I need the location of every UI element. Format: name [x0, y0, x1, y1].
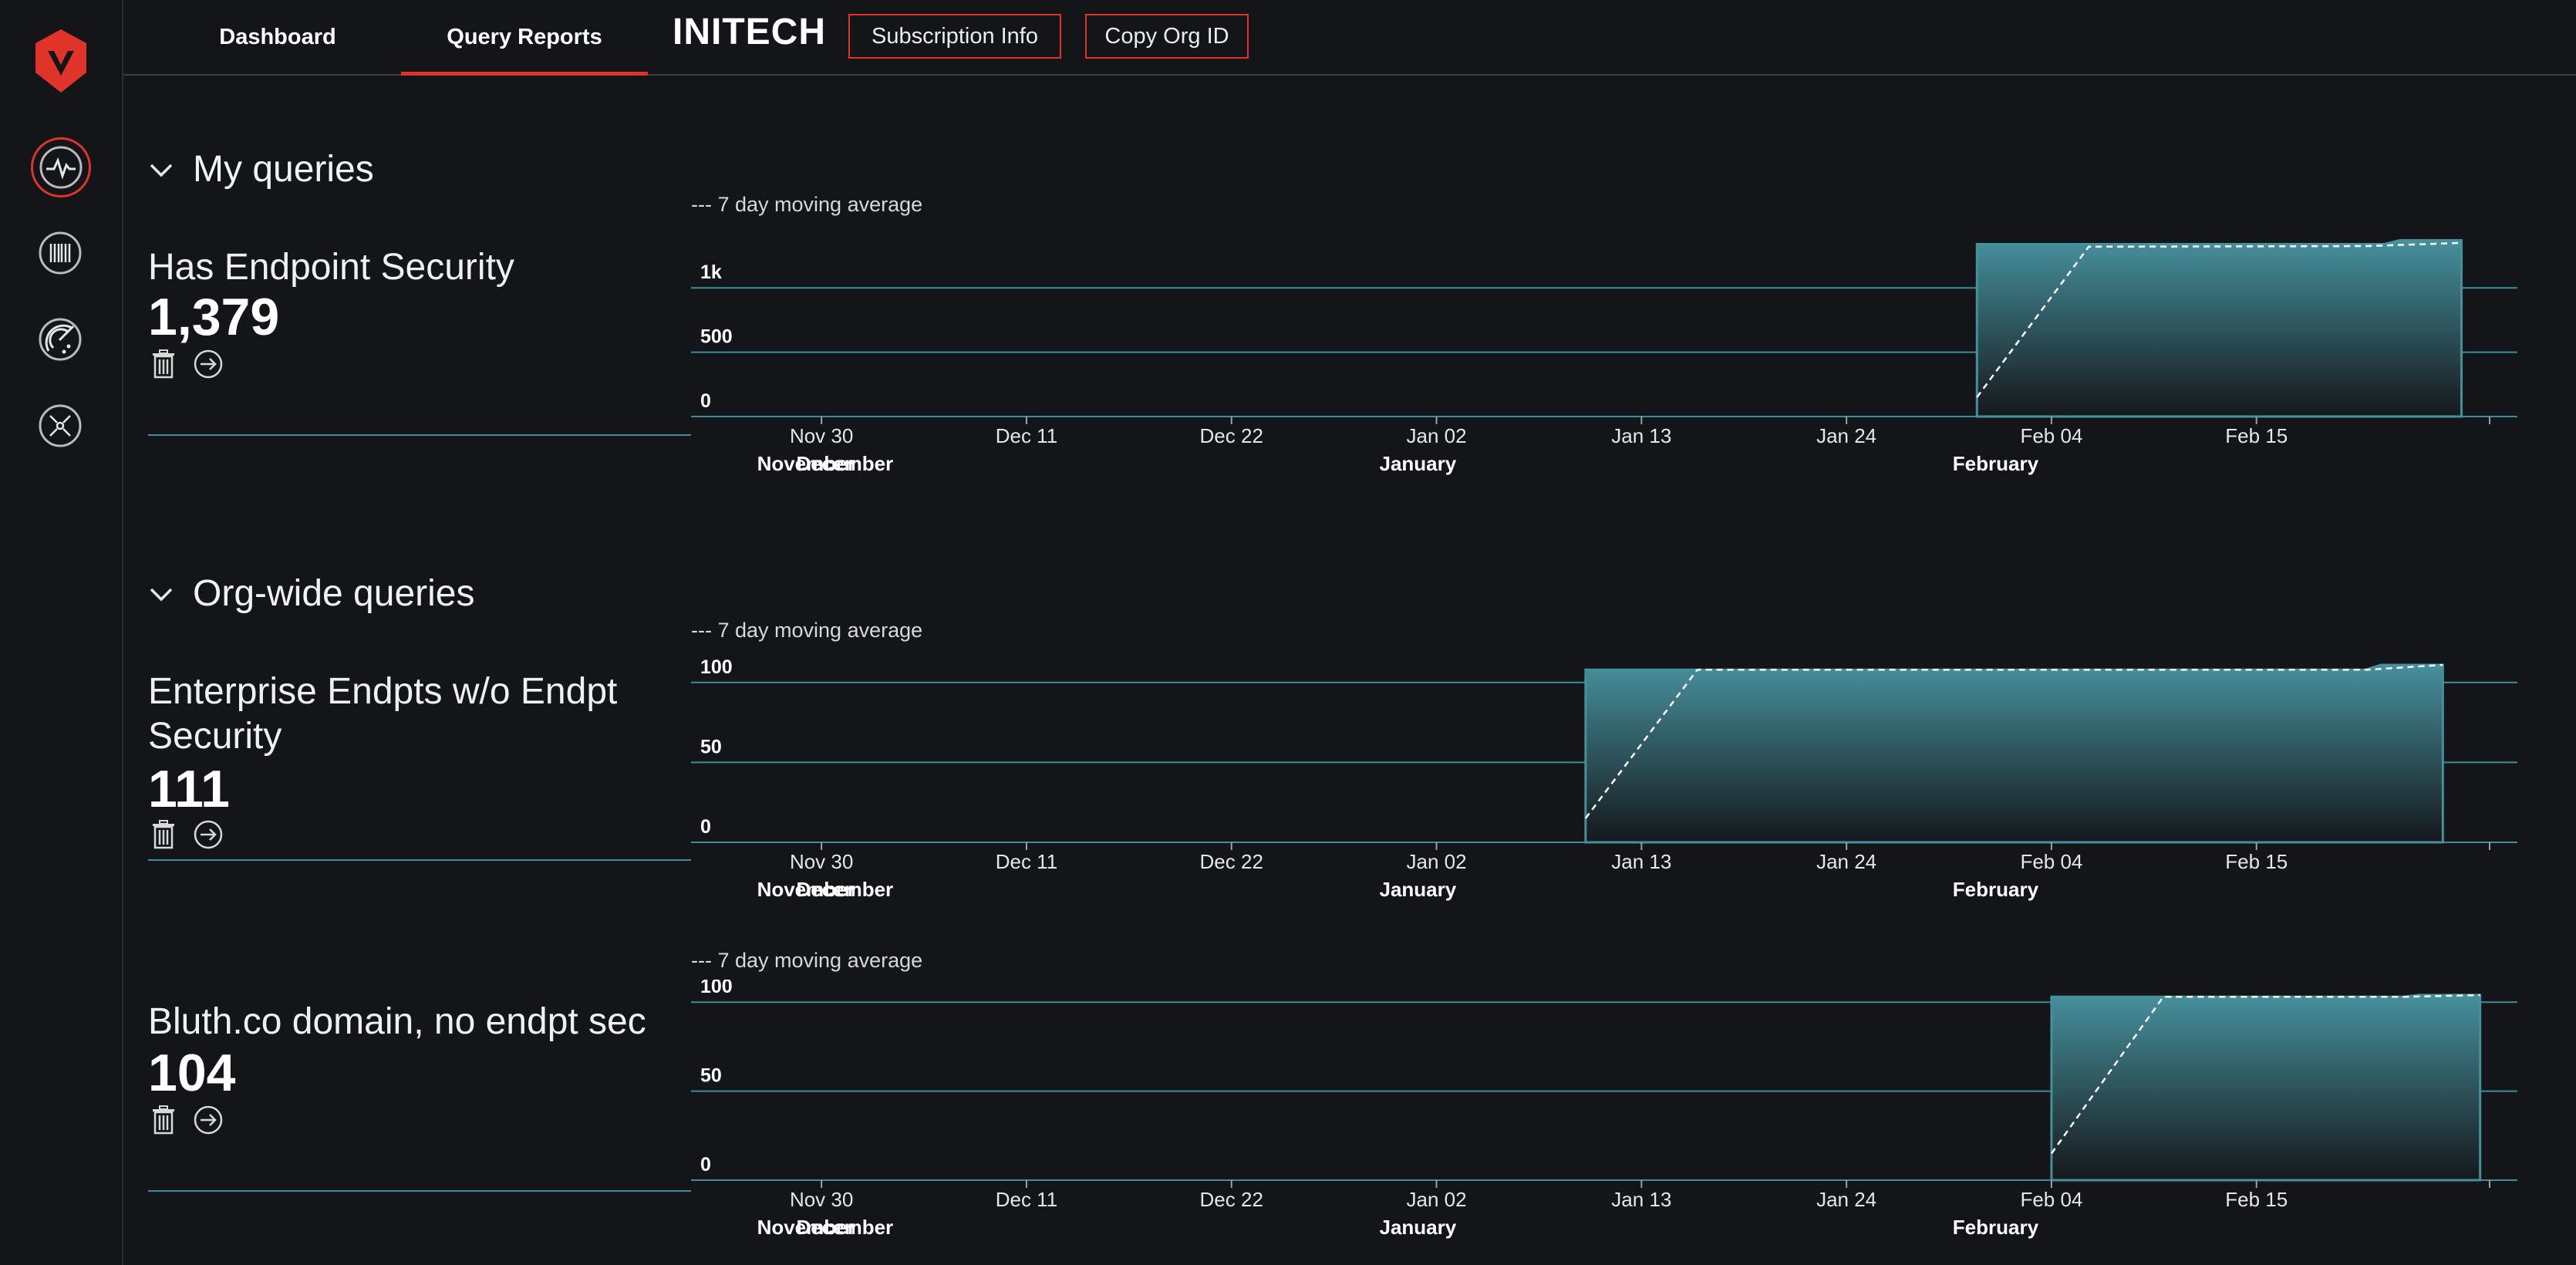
query-name: Has Endpoint Security	[148, 247, 514, 288]
x-tick-label: Feb 04	[2020, 850, 2082, 873]
trash-icon[interactable]	[148, 819, 179, 850]
area-series	[2050, 993, 2482, 1182]
y-tick-label: 0	[700, 1154, 711, 1176]
x-tick-label: Jan 24	[1816, 850, 1876, 873]
query-divider	[148, 1190, 691, 1192]
arrow-circle-right-icon[interactable]	[193, 1105, 224, 1135]
x-tick-label: Jan 24	[1816, 1188, 1876, 1211]
section-my-queries[interactable]: My queries	[148, 148, 374, 191]
y-tick-label: 100	[700, 656, 733, 678]
y-tick-label: 100	[700, 980, 733, 997]
chevron-down-icon	[150, 164, 173, 177]
section-title: Org-wide queries	[193, 573, 475, 614]
x-tick-label: Nov 30	[790, 1188, 853, 1211]
tab-query-reports[interactable]: Query Reports	[401, 0, 648, 76]
month-label: December	[796, 1216, 893, 1239]
x-tick-label: Jan 02	[1406, 850, 1466, 873]
chevron-down-icon	[150, 588, 173, 601]
x-tick-label: Dec 22	[1200, 850, 1263, 873]
month-label: January	[1380, 1216, 1457, 1239]
month-label: February	[1953, 452, 2039, 475]
query-count: 111	[148, 760, 230, 818]
query-chart[interactable]: 0 50 100 Nov 30 Dec 11 Dec 22 Jan 02 Jan 13 Jan …	[691, 980, 2517, 1265]
x-tick-label: Dec 22	[1200, 1188, 1263, 1211]
month-label: February	[1953, 1216, 2039, 1239]
x-tick-label: Dec 22	[1200, 424, 1263, 447]
area-series	[1975, 239, 2463, 418]
moving-average-legend: --- 7 day moving average	[691, 193, 923, 216]
shield-logo-icon[interactable]	[34, 28, 88, 94]
y-tick-label: 50	[700, 736, 722, 757]
copy-org-id-button[interactable]: Copy Org ID	[1085, 14, 1249, 59]
query-name: Enterprise Endpts w/o Endpt Security	[148, 671, 618, 757]
section-org-wide-queries[interactable]: Org-wide queries	[148, 572, 474, 615]
y-tick-label: 1k	[700, 261, 722, 283]
area-series	[1584, 663, 2444, 844]
arrow-circle-right-icon[interactable]	[193, 349, 224, 380]
month-label: January	[1380, 452, 1457, 475]
subscription-info-button[interactable]: Subscription Info	[848, 14, 1061, 59]
x-tick-label: Nov 30	[790, 850, 853, 873]
x-tick-label: Dec 11	[996, 1188, 1057, 1211]
moving-average-legend: --- 7 day moving average	[691, 619, 923, 642]
month-label: January	[1380, 878, 1457, 901]
y-tick-label: 50	[700, 1065, 722, 1087]
query-divider	[148, 434, 691, 436]
y-tick-label: 0	[700, 390, 711, 412]
query-divider	[148, 859, 691, 861]
tab-dashboard[interactable]: Dashboard	[201, 0, 355, 74]
x-tick-label: Jan 13	[1611, 424, 1671, 447]
org-name: INITECH	[673, 12, 826, 52]
arrow-circle-right-icon[interactable]	[193, 819, 224, 850]
x-tick-label: Nov 30	[790, 424, 853, 447]
x-tick-label: Feb 15	[2225, 424, 2288, 447]
network-icon[interactable]	[31, 396, 89, 455]
month-label: December	[796, 452, 893, 475]
query-name: Bluth.co domain, no endpt sec	[148, 1001, 646, 1042]
x-tick-label: Jan 02	[1406, 424, 1466, 447]
month-label: February	[1953, 878, 2039, 901]
barcode-icon[interactable]	[31, 224, 89, 282]
trash-icon[interactable]	[148, 1105, 179, 1135]
x-tick-label: Jan 24	[1816, 424, 1876, 447]
top-nav: Dashboard Query Reports INITECH Subscrip…	[123, 0, 2576, 76]
section-title: My queries	[193, 149, 374, 190]
x-tick-label: Jan 13	[1611, 1188, 1671, 1211]
query-chart[interactable]: 0 50 100 Nov 30 Dec 11 Dec 22 Jan 02 Jan 13 Jan …	[691, 649, 2517, 927]
x-tick-label: Feb 04	[2020, 1188, 2082, 1211]
y-tick-label: 500	[700, 326, 733, 348]
sidebar	[0, 0, 123, 1265]
x-tick-label: Jan 02	[1406, 1188, 1466, 1211]
month-label: December	[796, 878, 893, 901]
query-chart[interactable]: 0 500 1k Nov 30 Dec 11 Dec 22 Jan 02 Jan 13 Jan …	[691, 224, 2517, 501]
x-tick-label: Dec 11	[996, 424, 1057, 447]
x-tick-label: Feb 04	[2020, 424, 2082, 447]
moving-average-legend: --- 7 day moving average	[691, 949, 923, 972]
x-tick-label: Feb 15	[2225, 1188, 2288, 1211]
trash-icon[interactable]	[148, 349, 179, 380]
x-tick-label: Feb 15	[2225, 850, 2288, 873]
y-tick-label: 0	[700, 816, 711, 838]
radar-icon[interactable]	[31, 310, 89, 369]
x-tick-label: Jan 13	[1611, 850, 1671, 873]
x-tick-label: Dec 11	[996, 850, 1057, 873]
query-count: 1,379	[148, 288, 280, 346]
query-count: 104	[148, 1044, 236, 1102]
activity-icon[interactable]	[31, 137, 91, 197]
